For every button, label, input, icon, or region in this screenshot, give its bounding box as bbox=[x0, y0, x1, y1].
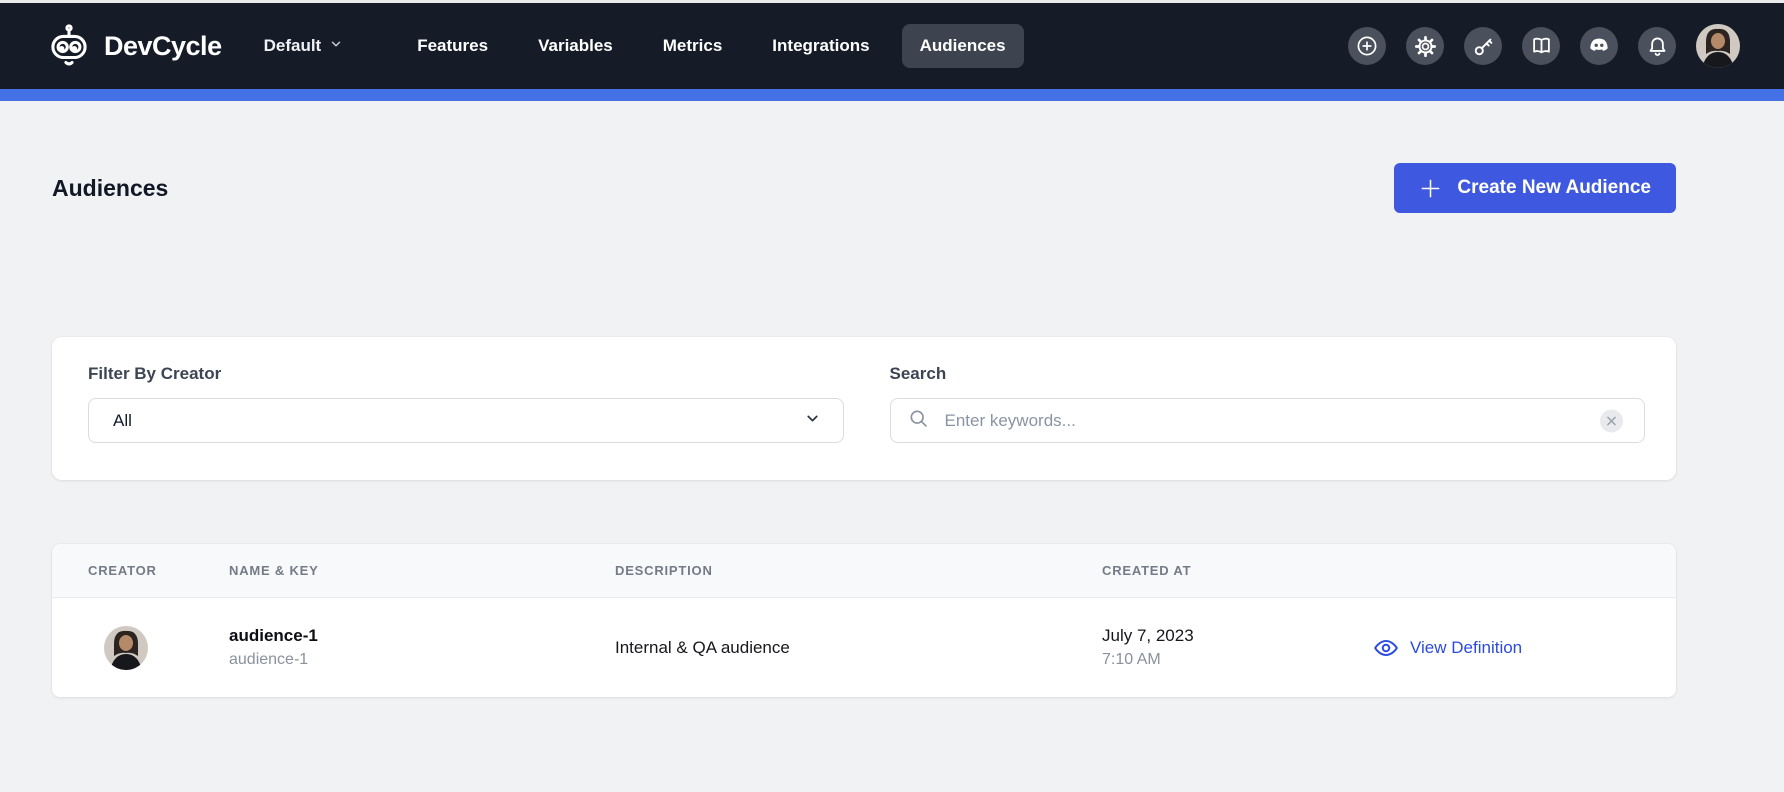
discord-button[interactable] bbox=[1580, 27, 1618, 65]
docs-button[interactable] bbox=[1522, 27, 1560, 65]
page-content: Audiences Create New Audience Filter By … bbox=[0, 163, 1784, 697]
plus-circle-icon bbox=[1355, 34, 1379, 58]
table-row[interactable]: audience-1 audience-1 Internal & QA audi… bbox=[52, 598, 1676, 697]
nav-item-audiences[interactable]: Audiences bbox=[902, 24, 1024, 68]
nav-item-variables[interactable]: Variables bbox=[520, 24, 631, 68]
creator-cell bbox=[88, 626, 229, 670]
filter-card: Filter By Creator All Search bbox=[52, 337, 1676, 480]
project-selector-value: Default bbox=[264, 36, 322, 56]
search-icon bbox=[908, 408, 929, 434]
chevron-down-icon bbox=[329, 36, 343, 56]
search-group: Search bbox=[890, 364, 1646, 443]
discord-icon bbox=[1587, 34, 1611, 58]
create-new-audience-button[interactable]: Create New Audience bbox=[1394, 163, 1676, 213]
plus-icon bbox=[1419, 177, 1442, 200]
user-avatar[interactable] bbox=[1696, 24, 1740, 68]
view-definition-label: View Definition bbox=[1410, 638, 1522, 658]
audience-key: audience-1 bbox=[229, 651, 615, 669]
search-input[interactable] bbox=[945, 411, 1591, 431]
page-header: Audiences Create New Audience bbox=[52, 163, 1676, 213]
description-cell: Internal & QA audience bbox=[615, 638, 1102, 658]
api-keys-button[interactable] bbox=[1464, 27, 1502, 65]
chevron-down-icon bbox=[804, 410, 821, 432]
search-label: Search bbox=[890, 364, 1646, 384]
column-header-creator: Creator bbox=[88, 563, 229, 578]
settings-button[interactable] bbox=[1406, 27, 1444, 65]
created-at-cell: July 7, 2023 7:10 AM bbox=[1102, 626, 1373, 669]
column-header-description: Description bbox=[615, 563, 1102, 578]
creator-filter-group: Filter By Creator All bbox=[88, 364, 844, 443]
nav-item-metrics[interactable]: Metrics bbox=[645, 24, 741, 68]
table-header-row: Creator Name & Key Description Created A… bbox=[52, 544, 1676, 598]
bell-icon bbox=[1646, 35, 1669, 58]
clear-search-button[interactable] bbox=[1600, 409, 1623, 432]
close-icon bbox=[1607, 416, 1616, 425]
created-date: July 7, 2023 bbox=[1102, 626, 1373, 646]
book-icon bbox=[1530, 35, 1553, 58]
brand-wordmark: DevCycle bbox=[104, 31, 222, 62]
main-navigation: Features Variables Metrics Integrations … bbox=[399, 24, 1023, 68]
navbar-actions bbox=[1348, 24, 1740, 68]
devcycle-logo[interactable]: DevCycle bbox=[46, 23, 222, 69]
top-navbar: DevCycle Default Features Variables Metr… bbox=[0, 3, 1784, 89]
audience-name: audience-1 bbox=[229, 626, 615, 646]
project-selector-dropdown[interactable]: Default bbox=[264, 36, 344, 56]
accent-stripe bbox=[0, 89, 1784, 101]
robot-logo-icon bbox=[46, 23, 92, 69]
eye-icon bbox=[1373, 635, 1399, 661]
view-definition-link[interactable]: View Definition bbox=[1373, 635, 1676, 661]
name-key-cell: audience-1 audience-1 bbox=[229, 626, 615, 669]
created-time: 7:10 AM bbox=[1102, 651, 1373, 669]
creator-filter-label: Filter By Creator bbox=[88, 364, 844, 384]
gear-icon bbox=[1414, 35, 1437, 58]
audiences-table: Creator Name & Key Description Created A… bbox=[52, 544, 1676, 697]
column-header-created-at: Created At bbox=[1102, 563, 1373, 578]
notifications-button[interactable] bbox=[1638, 27, 1676, 65]
column-header-name-key: Name & Key bbox=[229, 563, 615, 578]
nav-item-integrations[interactable]: Integrations bbox=[754, 24, 887, 68]
page-title: Audiences bbox=[52, 175, 168, 202]
nav-item-features[interactable]: Features bbox=[399, 24, 506, 68]
create-new-audience-label: Create New Audience bbox=[1457, 177, 1651, 199]
search-control bbox=[890, 398, 1646, 443]
key-icon bbox=[1472, 35, 1495, 58]
creator-avatar bbox=[104, 626, 148, 670]
creator-filter-value: All bbox=[113, 411, 132, 431]
creator-filter-select[interactable]: All bbox=[88, 398, 844, 443]
add-circle-button[interactable] bbox=[1348, 27, 1386, 65]
